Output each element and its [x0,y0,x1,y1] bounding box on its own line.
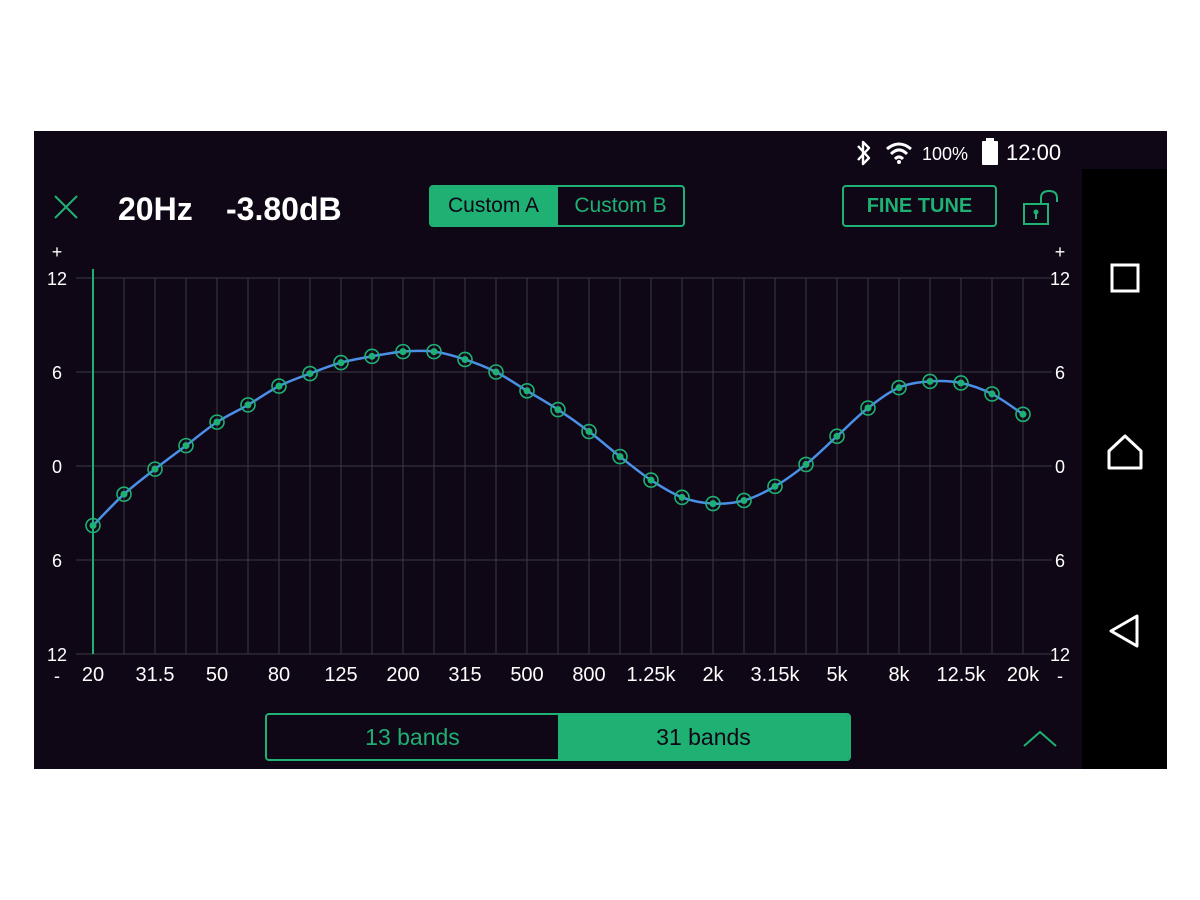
band-handle-dot [306,370,314,378]
band-handle-dot [802,460,810,468]
back-icon[interactable] [1107,613,1141,649]
y-tick-right: 6 [1055,551,1065,571]
band-handle-dot [616,453,624,461]
y-tick-left: 6 [52,551,62,571]
x-tick-label: 2k [702,664,724,686]
band-handle-dot [895,384,903,392]
recent-apps-icon[interactable] [1110,263,1140,293]
x-tick-label: 5k [826,664,848,686]
band-handle-dot [771,482,779,490]
y-tick-right: + [1055,242,1066,262]
x-tick-label: 800 [572,664,605,686]
band-13-tab[interactable]: 13 bands [267,715,558,759]
band-handle-dot [833,432,841,440]
x-tick-label: 20 [82,664,104,686]
x-tick-label: 50 [206,664,228,686]
y-tick-right: - [1057,666,1063,686]
x-tick-label: 3.15k [751,664,801,686]
band-handle-dot [368,352,376,360]
band-count-selector: 13 bands 31 bands [265,713,851,761]
band-handle-dot [120,490,128,498]
equalizer-chart[interactable]: +1260612-+1260612-20 31.5 50 80 125 200 315 500… [34,131,1082,711]
band-handle-dot [585,428,593,436]
x-tick-label: 1.25k [627,664,677,686]
band-handle-dot [337,359,345,367]
x-tick-label: 80 [268,664,290,686]
y-tick-left: 12 [47,645,67,665]
chevron-up-icon[interactable] [1022,728,1058,750]
y-tick-left: - [54,666,60,686]
band-handle-dot [430,348,438,356]
band-handle-dot [1019,410,1027,418]
x-tick-label: 315 [448,664,481,686]
x-tick-label: 8k [888,664,910,686]
band-handle-dot [244,401,252,409]
navigation-bar [1082,169,1167,769]
band-handle-dot [182,442,190,450]
band-handle-dot [151,465,159,473]
band-handle-dot [89,522,97,530]
band-handle-dot [213,418,221,426]
band-handle-dot [275,382,283,390]
band-31-tab[interactable]: 31 bands [558,715,849,759]
y-tick-right: 12 [1050,645,1070,665]
band-handle-dot [988,390,996,398]
band-handle-dot [461,355,469,363]
x-tick-label: 31.5 [136,664,175,686]
x-tick-label: 12.5k [937,664,987,686]
band-handle-dot [957,379,965,387]
x-tick-label: 20k [1007,664,1040,686]
band-handle-dot [740,496,748,504]
band-handle-dot [554,406,562,414]
y-tick-right: 0 [1055,457,1065,477]
band-handle-dot [523,387,531,395]
y-tick-right: 6 [1055,363,1065,383]
band-handle-dot [678,493,686,501]
y-tick-left: + [52,242,63,262]
x-tick-label: 125 [324,664,357,686]
chart-grid [76,269,1052,655]
y-tick-left: 0 [52,457,62,477]
x-tick-label: 200 [386,664,419,686]
home-icon[interactable] [1106,433,1144,471]
band-handle-dot [709,500,717,508]
equalizer-screen: 100% 12:00 20Hz -3.80dB Custom A Custom … [34,131,1167,769]
band-handle-dot [647,476,655,484]
y-tick-left: 12 [47,269,67,289]
y-tick-left: 6 [52,363,62,383]
x-tick-label: 500 [510,664,543,686]
band-handle-dot [492,368,500,376]
band-handle-dot [926,377,934,385]
y-tick-right: 12 [1050,269,1070,289]
band-handle-dot [864,404,872,412]
band-handle-dot [399,348,407,356]
